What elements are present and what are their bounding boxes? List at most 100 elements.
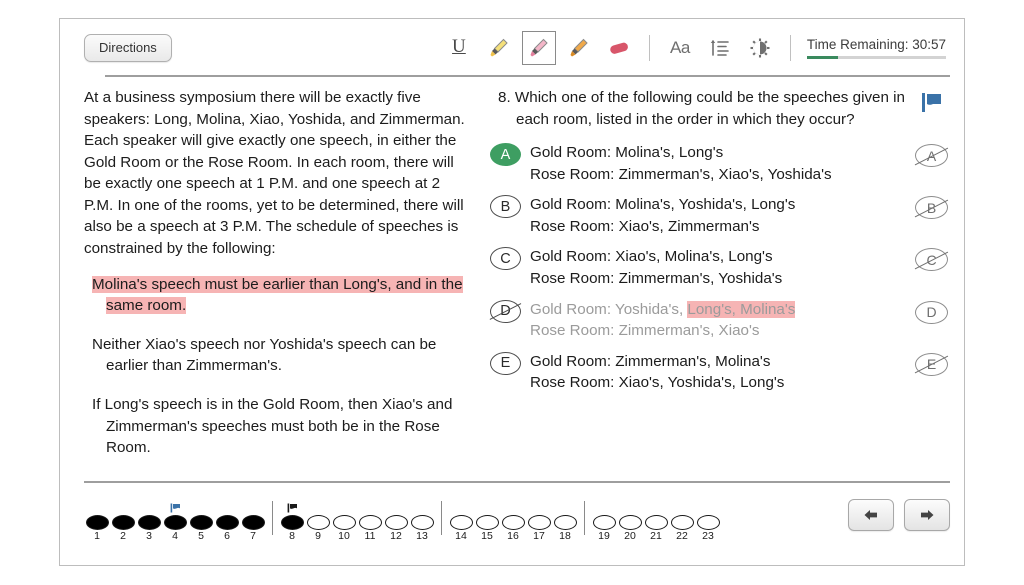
question-nav-bubble-unanswered[interactable] [306,515,330,531]
question-nav-number: 14 [455,530,467,543]
crossout-d-button[interactable]: D [912,299,950,326]
next-question-button[interactable] [904,499,950,531]
flag-icon [287,503,297,513]
question-nav-number: 6 [224,530,230,543]
choice-a[interactable]: A Gold Room: Molina's, Long's Rose Room:… [490,142,950,185]
question-nav-bubble-answered[interactable] [280,515,304,531]
question-nav-item[interactable]: 13 [409,502,435,543]
choice-d-line2: Rose Room: Zimmerman's, Xiao's [530,322,760,340]
question-number: 8. [498,89,511,106]
question-nav-item[interactable]: 20 [617,502,643,543]
question-nav-bubble-unanswered[interactable] [644,515,668,531]
choice-e[interactable]: E Gold Room: Zimmerman's, Molina's Rose … [490,351,950,394]
question-nav-bubble-answered[interactable] [85,515,109,531]
highlighter-orange-icon [570,38,588,57]
question-nav-item[interactable]: 6 [214,502,240,543]
question-nav-item[interactable]: 3 [136,502,162,543]
question-nav-bubble-unanswered[interactable] [553,515,577,531]
highlighter-yellow-tool[interactable] [482,31,516,65]
question-nav-bubble-answered[interactable] [215,515,239,531]
choice-d[interactable]: D Gold Room: Yoshida's, Long's, Molina's… [489,299,950,342]
question-nav-item[interactable]: 4 [162,502,188,543]
underline-tool[interactable]: U [442,31,476,65]
question-nav-bubble-unanswered[interactable] [696,515,720,531]
choice-e-line2: Rose Room: Xiao's, Yoshida's, Long's [530,374,785,392]
choice-b-bubble[interactable]: B [490,195,521,219]
question-nav-item[interactable]: 5 [188,502,214,543]
question-nav-item[interactable]: 18 [552,502,578,543]
question-nav-item[interactable]: 19 [591,502,617,543]
highlighter-orange-tool[interactable] [562,31,596,65]
question-nav-item[interactable]: 17 [526,502,552,543]
crossout-e-button[interactable]: E [912,351,950,378]
question-nav-bubble-answered[interactable] [163,515,187,531]
question-nav-bubble-unanswered[interactable] [618,515,642,531]
question-nav-bubble-unanswered[interactable] [410,515,434,531]
passage-intro: At a business symposium there will be ex… [84,89,465,258]
question-nav-number: 5 [198,530,204,543]
question-nav-number: 1 [94,530,100,543]
crossout-b-button[interactable]: B [912,194,950,221]
font-size-tool[interactable]: Aa [663,31,697,65]
question-nav-bubble-unanswered[interactable] [501,515,525,531]
choice-d-bubble[interactable]: D [489,299,522,323]
question-nav-number: 11 [364,530,376,543]
directions-button[interactable]: Directions [84,33,172,63]
choice-e-line1: Gold Room: Zimmerman's, Molina's [530,352,771,370]
choice-b[interactable]: B Gold Room: Molina's, Yoshida's, Long's… [490,194,950,237]
line-spacing-tool[interactable] [703,31,737,65]
question-header: 8. Which one of the following could be t… [490,87,950,130]
time-remaining[interactable]: Time Remaining: 30:57 [806,36,946,60]
question-nav-item[interactable]: 16 [500,502,526,543]
question-nav-item[interactable]: 2 [110,502,136,543]
question-nav-bubble-answered[interactable] [189,515,213,531]
question-nav-item[interactable]: 14 [448,502,474,543]
choice-a-text[interactable]: Gold Room: Molina's, Long's Rose Room: Z… [530,142,912,185]
crossout-c-button[interactable]: C [912,246,950,273]
choice-c-text[interactable]: Gold Room: Xiao's, Molina's, Long's Rose… [530,246,912,289]
question-nav-item[interactable]: 11 [357,502,383,543]
line-spacing-icon [710,40,729,56]
flag-question-button[interactable] [916,87,950,115]
question-nav-item[interactable]: 22 [669,502,695,543]
previous-question-button[interactable] [848,499,894,531]
question-nav-item[interactable]: 15 [474,502,500,543]
question-nav-number: 19 [598,530,610,543]
choice-c[interactable]: C Gold Room: Xiao's, Molina's, Long's Ro… [490,246,950,289]
choice-c-bubble[interactable]: C [490,247,521,271]
question-nav-item[interactable]: 1 [84,502,110,543]
choice-b-text[interactable]: Gold Room: Molina's, Yoshida's, Long's R… [530,194,912,237]
question-nav-bubble-unanswered[interactable] [384,515,408,531]
question-nav-bubble-unanswered[interactable] [475,515,499,531]
crossout-a-button[interactable]: A [912,142,950,169]
choice-e-bubble[interactable]: E [490,351,521,375]
question-nav-item[interactable]: 7 [240,502,266,543]
question-nav-item[interactable]: 10 [331,502,357,543]
highlighter-pink-tool[interactable] [521,31,556,65]
choice-d-text[interactable]: Gold Room: Yoshida's, Long's, Molina's R… [530,299,912,342]
question-nav-item[interactable]: 23 [695,502,721,543]
crossout-d-letter: D [915,300,948,324]
question-nav-number: 4 [172,530,178,543]
choice-e-text[interactable]: Gold Room: Zimmerman's, Molina's Rose Ro… [530,351,912,394]
question-nav-bubble-unanswered[interactable] [527,515,551,531]
choice-b-line2: Rose Room: Xiao's, Zimmerman's [530,217,760,235]
question-nav-item[interactable]: 21 [643,502,669,543]
question-nav-bubble-answered[interactable] [111,515,135,531]
choice-a-bubble[interactable]: A [490,143,521,167]
question-nav-item[interactable]: 8 [279,502,305,543]
eraser-tool[interactable] [602,31,636,65]
question-nav-item[interactable]: 9 [305,502,331,543]
time-remaining-label: Time Remaining: 30:57 [806,36,946,52]
question-nav-bubble-answered[interactable] [137,515,161,531]
question-nav-bubble-answered[interactable] [241,515,265,531]
question-nav-bubble-unanswered[interactable] [358,515,382,531]
question-nav-bubble-unanswered[interactable] [670,515,694,531]
question-nav-bubble-unanswered[interactable] [449,515,473,531]
choice-d-line1-plain: Gold Room: Yoshida's, [530,300,688,318]
question-nav-bubble-unanswered[interactable] [332,515,356,531]
passage-rules: Molina's speech must be earlier than Lon… [84,274,466,459]
question-nav-item[interactable]: 12 [383,502,409,543]
brightness-tool[interactable] [743,31,777,65]
question-nav-bubble-unanswered[interactable] [592,515,616,531]
